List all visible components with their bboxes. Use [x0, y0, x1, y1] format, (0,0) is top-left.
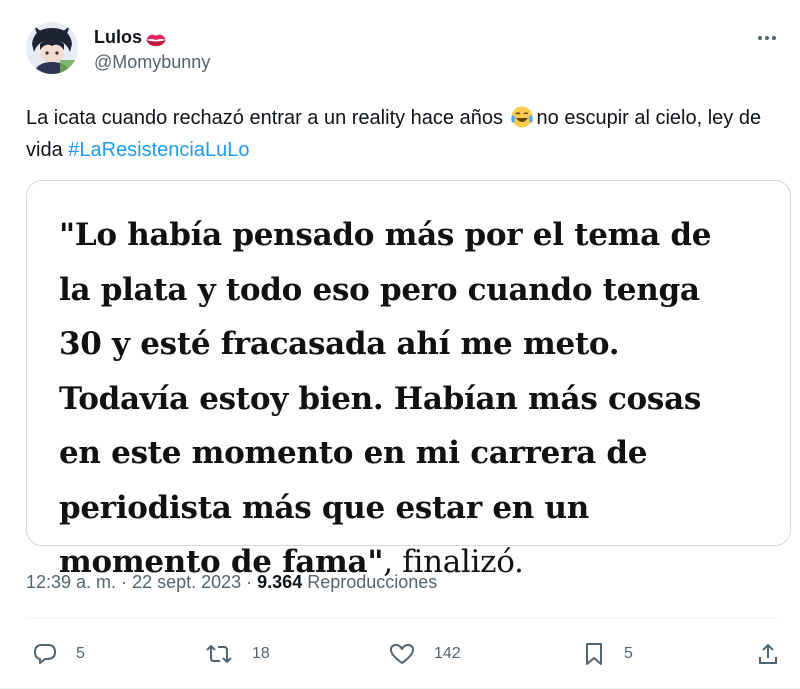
tweet: Lulos @Momybunny La icata cuando rechazó… [0, 0, 800, 689]
more-dots-icon [758, 36, 776, 40]
tweet-header: Lulos @Momybunny [26, 22, 778, 74]
like-count: 142 [434, 645, 461, 662]
share-button[interactable] [756, 642, 780, 666]
tweet-meta: 12:39 a. m. · 22 sept. 2023 · 9.364 Repr… [26, 570, 778, 594]
tweet-text-part-1: La icata cuando rechazó entrar a un real… [26, 107, 509, 129]
reply-icon [34, 644, 56, 664]
meta-separator-2: · [241, 572, 258, 592]
retweet-count: 18 [252, 645, 270, 662]
tweet-text: La icata cuando rechazó entrar a un real… [26, 102, 776, 166]
meta-separator: · [116, 572, 133, 592]
bookmark-button[interactable]: 5 [582, 641, 633, 667]
bookmark-icon [586, 643, 602, 665]
action-bar: 5 18 142 5 [26, 636, 778, 672]
attached-image-text: "Lo había pensado más por el tema de la … [59, 208, 750, 590]
more-options-button[interactable] [752, 26, 782, 50]
retweet-icon [206, 645, 232, 663]
author-names: Lulos @Momybunny [94, 26, 210, 74]
handle[interactable]: @Momybunny [94, 50, 210, 74]
views-count: 9.364 [257, 572, 303, 592]
bookmark-count: 5 [624, 645, 633, 662]
reply-count: 5 [76, 645, 85, 662]
face-with-tears-of-joy-icon [510, 105, 536, 129]
display-name[interactable]: Lulos [94, 26, 210, 48]
share-icon [759, 644, 777, 664]
lips-icon [145, 30, 167, 47]
views-label: Reproducciones [302, 572, 438, 592]
hashtag-link[interactable]: #LaResistenciaLuLo [68, 139, 249, 161]
like-button[interactable]: 142 [388, 642, 461, 666]
avatar-image [26, 22, 78, 74]
avatar[interactable] [26, 22, 78, 74]
display-name-text[interactable]: Lulos [94, 26, 142, 48]
tweet-time[interactable]: 12:39 a. m. [26, 572, 116, 592]
tweet-date[interactable]: 22 sept. 2023 [132, 572, 241, 592]
divider [26, 618, 778, 619]
quote-bold-text: "Lo había pensado más por el tema de la … [59, 217, 712, 580]
heart-icon [390, 644, 414, 664]
retweet-button[interactable]: 18 [204, 642, 270, 666]
reply-button[interactable]: 5 [32, 642, 85, 666]
attached-image-card[interactable]: "Lo había pensado más por el tema de la … [26, 180, 791, 580]
